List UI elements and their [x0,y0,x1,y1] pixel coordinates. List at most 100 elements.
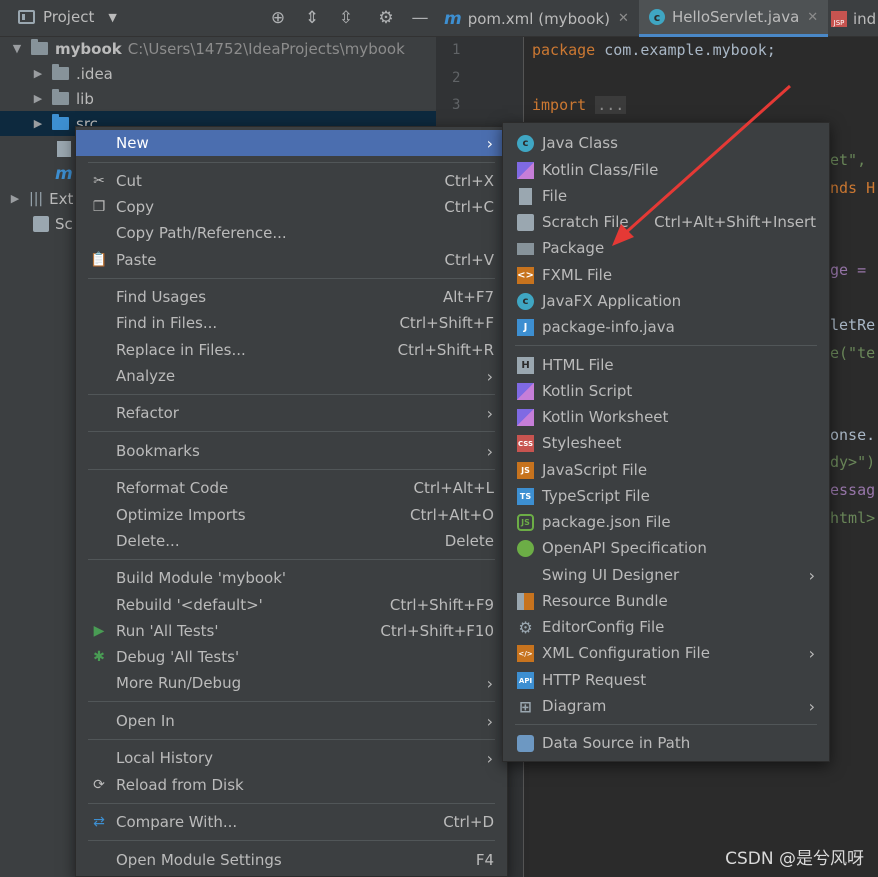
new-package-json[interactable]: JS package.json File [503,509,829,535]
project-view-selector[interactable]: Project ▼ [18,8,117,26]
menu-item-debug-all-tests[interactable]: ✱ Debug 'All Tests' [76,644,507,670]
menu-item-paste[interactable]: 📋 Paste Ctrl+V [76,247,507,273]
menu-item-label: Data Source in Path [542,734,691,752]
chevron-right-icon[interactable]: ▶ [33,67,43,80]
new-stylesheet[interactable]: CSS Stylesheet [503,430,829,456]
new-swing-ui-designer[interactable]: Swing UI Designer › [503,562,829,588]
chevron-right-icon[interactable]: ▶ [10,192,20,205]
close-icon[interactable]: ✕ [618,11,629,26]
menu-item-new[interactable]: New › [76,130,507,156]
scissors-icon: ✂ [93,173,105,189]
new-http-request[interactable]: API HTTP Request [503,667,829,693]
tab-helloservlet[interactable]: c HelloServlet.java ✕ [639,0,829,37]
tab-index-jsp[interactable]: JSP ind [831,0,876,37]
menu-separator [88,469,495,470]
menu-item-compare-with[interactable]: ⇄ Compare With... Ctrl+D [76,809,507,835]
new-javafx-application[interactable]: c JavaFX Application [503,288,829,314]
maven-icon: m [444,8,462,29]
menu-item-label: Copy [116,198,155,216]
menu-item-bookmarks[interactable]: Bookmarks › [76,438,507,464]
menu-item-reformat-code[interactable]: Reformat Code Ctrl+Alt+L [76,475,507,501]
code-fragment: e("te [830,344,876,362]
keyword: import [532,96,587,114]
menu-item-cut[interactable]: ✂ Cut Ctrl+X [76,168,507,194]
menu-item-delete[interactable]: Delete... Delete [76,528,507,554]
editor-tab-bar: m pom.xml (mybook) ✕ c HelloServlet.java… [436,0,878,37]
menu-item-label: EditorConfig File [542,618,665,636]
code-line-1[interactable]: package com.example.mybook; [532,41,776,59]
java-class-icon: c [517,135,534,152]
menu-item-rebuild[interactable]: Rebuild '<default>' Ctrl+Shift+F9 [76,592,507,618]
new-scratch-file[interactable]: Scratch File Ctrl+Alt+Shift+Insert [503,209,829,235]
kotlin-script-icon [517,383,534,400]
chevron-down-icon[interactable]: ▼ [108,11,116,24]
new-kotlin-worksheet[interactable]: Kotlin Worksheet [503,404,829,430]
menu-item-optimize-imports[interactable]: Optimize Imports Ctrl+Alt+O [76,502,507,528]
new-openapi-spec[interactable]: OpenAPI Specification [503,535,829,561]
close-icon[interactable]: ✕ [807,10,818,25]
menu-item-reload-from-disk[interactable]: ⟳ Reload from Disk [76,772,507,798]
resource-bundle-icon [517,593,534,610]
expand-all-icon[interactable]: ⇕ [302,8,322,28]
tree-node-label: Sc [55,214,73,233]
menu-item-label: Debug 'All Tests' [116,648,240,666]
new-package-info[interactable]: J package-info.java [503,314,829,340]
api-icon: API [517,672,534,689]
menu-separator [88,739,495,740]
tree-node-idea[interactable]: ▶ .idea [0,61,436,86]
new-xml-configuration-file[interactable]: </> XML Configuration File › [503,640,829,666]
new-editorconfig-file[interactable]: ⚙ EditorConfig File [503,614,829,640]
new-javascript-file[interactable]: JS JavaScript File [503,457,829,483]
java-class-icon: c [649,9,665,25]
menu-item-open-in[interactable]: Open In › [76,708,507,734]
tree-node-mybook[interactable]: ▼ mybook C:\Users\14752\IdeaProjects\myb… [0,36,436,61]
menu-item-shortcut: Ctrl+Shift+F [399,314,494,332]
menu-item-label: HTML File [542,356,614,374]
menu-item-copy[interactable]: ❐ Copy Ctrl+C [76,194,507,220]
new-java-class[interactable]: c Java Class [503,130,829,156]
chevron-right-icon[interactable]: ▶ [33,92,43,105]
new-resource-bundle[interactable]: Resource Bundle [503,588,829,614]
menu-item-copy-path[interactable]: Copy Path/Reference... [76,220,507,246]
code-fragment: et", [830,151,867,169]
new-package[interactable]: Package [503,235,829,261]
new-diagram[interactable]: ⊞ Diagram › [503,693,829,719]
menu-item-label: Build Module 'mybook' [116,569,287,587]
menu-item-shortcut: Delete [444,532,494,550]
new-kotlin-class[interactable]: Kotlin Class/File [503,157,829,183]
menu-item-refactor[interactable]: Refactor › [76,400,507,426]
new-kotlin-script[interactable]: Kotlin Script [503,378,829,404]
menu-item-label: Kotlin Script [542,382,633,400]
folded-imports[interactable]: ... [595,96,627,114]
menu-item-open-module-settings[interactable]: Open Module Settings F4 [76,847,507,873]
collapse-all-icon[interactable]: ⇳ [336,8,356,28]
library-icon: ||| [29,190,44,207]
new-typescript-file[interactable]: TS TypeScript File [503,483,829,509]
menu-item-replace-in-files[interactable]: Replace in Files... Ctrl+Shift+R [76,337,507,363]
menu-item-label: Package [542,239,605,257]
menu-item-local-history[interactable]: Local History › [76,745,507,771]
minimize-icon[interactable]: — [410,8,430,28]
menu-item-more-run-debug[interactable]: More Run/Debug › [76,670,507,696]
menu-item-build-module[interactable]: Build Module 'mybook' [76,565,507,591]
menu-item-label: New [116,134,149,152]
crosshair-icon[interactable]: ⊕ [268,8,288,28]
menu-item-find-usages[interactable]: Find Usages Alt+F7 [76,284,507,310]
menu-item-find-in-files[interactable]: Find in Files... Ctrl+Shift+F [76,310,507,336]
css-icon: CSS [517,435,534,452]
menu-item-label: Swing UI Designer [542,566,680,584]
tab-pom-xml[interactable]: m pom.xml (mybook) ✕ [444,0,635,37]
new-file[interactable]: File [503,183,829,209]
chevron-right-icon[interactable]: ▶ [33,117,43,130]
jsp-icon: JSP [831,10,847,27]
new-fxml-file[interactable]: <> FXML File [503,262,829,288]
menu-item-run-all-tests[interactable]: ▶ Run 'All Tests' Ctrl+Shift+F10 [76,618,507,644]
menu-item-label: Refactor [116,404,179,422]
tree-node-lib[interactable]: ▶ lib [0,86,436,111]
new-html-file[interactable]: H HTML File [503,352,829,378]
new-data-source-in-path[interactable]: Data Source in Path [503,730,829,756]
chevron-down-icon[interactable]: ▼ [12,42,22,55]
menu-item-analyze[interactable]: Analyze › [76,363,507,389]
code-line-3[interactable]: import ... [532,96,627,114]
gear-icon[interactable]: ⚙ [376,8,396,28]
